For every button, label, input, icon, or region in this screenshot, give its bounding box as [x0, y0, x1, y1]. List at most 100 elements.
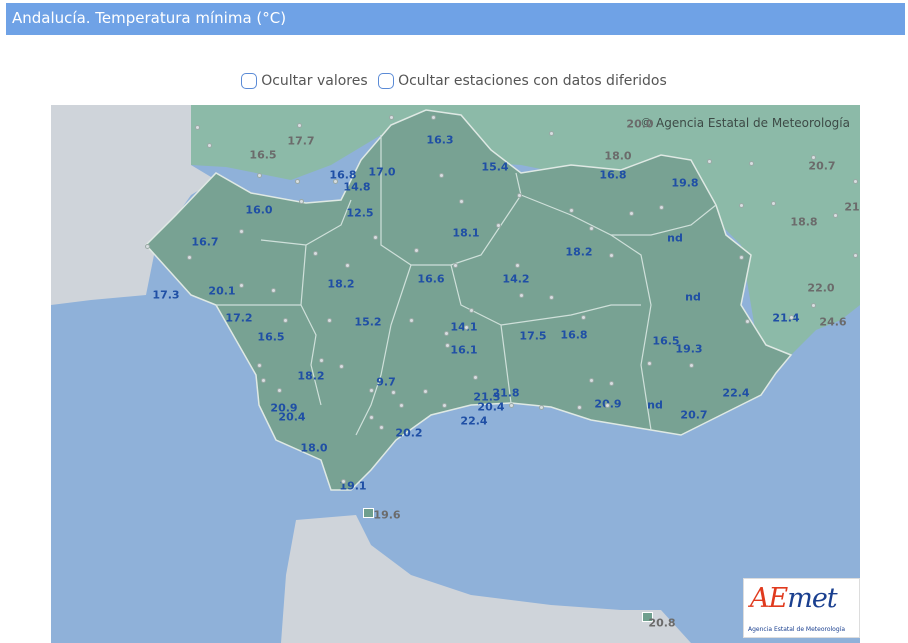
neighbor-station-value[interactable]: 18.0	[604, 150, 631, 163]
station-value[interactable]: 16.8	[599, 169, 626, 182]
station-dot[interactable]	[444, 331, 449, 336]
station-dot[interactable]	[853, 253, 858, 258]
station-dot[interactable]	[271, 288, 276, 293]
station-value[interactable]: 15.4	[481, 161, 508, 174]
station-dot[interactable]	[589, 226, 594, 231]
station-dot[interactable]	[313, 251, 318, 256]
temperature-map[interactable]: © Agencia Estatal de Meteorología 16.3 15…	[51, 105, 860, 643]
neighbor-station-value[interactable]: 16.5	[249, 149, 276, 162]
station-dot[interactable]	[609, 253, 614, 258]
station-value[interactable]: 18.2	[565, 246, 592, 259]
station-dot[interactable]	[539, 405, 544, 410]
station-dot[interactable]	[445, 343, 450, 348]
station-value[interactable]: 20.4	[278, 411, 305, 424]
station-value[interactable]: 16.6	[417, 273, 444, 286]
station-dot[interactable]	[277, 388, 282, 393]
station-value[interactable]: nd	[685, 291, 701, 304]
neighbor-station-value[interactable]: 17.7	[287, 135, 314, 148]
station-dot[interactable]	[549, 131, 554, 136]
station-dot[interactable]	[283, 318, 288, 323]
station-value[interactable]: 20.4	[477, 401, 504, 414]
station-value[interactable]: 20.2	[395, 427, 422, 440]
station-dot[interactable]	[369, 415, 374, 420]
station-dot[interactable]	[195, 125, 200, 130]
station-value[interactable]: 15.2	[354, 316, 381, 329]
station-value[interactable]: 16.1	[450, 344, 477, 357]
station-dot[interactable]	[609, 381, 614, 386]
station-value[interactable]: 14.2	[502, 273, 529, 286]
station-dot[interactable]	[647, 361, 652, 366]
station-dot[interactable]	[689, 363, 694, 368]
station-dot[interactable]	[399, 403, 404, 408]
station-dot[interactable]	[469, 308, 474, 313]
station-dot[interactable]	[369, 388, 374, 393]
neighbor-station-value[interactable]: 22.0	[807, 282, 834, 295]
station-value[interactable]: 18.1	[452, 227, 479, 240]
neighbor-station-value[interactable]: 21	[844, 201, 859, 214]
station-value[interactable]: 18.0	[300, 442, 327, 455]
station-value[interactable]: 20.1	[208, 285, 235, 298]
station-dot[interactable]	[453, 263, 458, 268]
hide-values-option[interactable]: Ocultar valores	[241, 73, 368, 89]
station-dot[interactable]	[391, 390, 396, 395]
station-dot[interactable]	[439, 173, 444, 178]
station-dot[interactable]	[509, 403, 514, 408]
station-dot[interactable]	[414, 248, 419, 253]
station-dot[interactable]	[187, 255, 192, 260]
neighbor-station-value[interactable]: 20.7	[808, 160, 835, 173]
station-dot[interactable]	[707, 159, 712, 164]
station-value[interactable]: 18.2	[297, 370, 324, 383]
station-dot[interactable]	[589, 378, 594, 383]
station-dot[interactable]	[549, 295, 554, 300]
station-value[interactable]: 17.3	[152, 289, 179, 302]
station-dot[interactable]	[295, 179, 300, 184]
station-value[interactable]: 17.0	[368, 166, 395, 179]
station-dot[interactable]	[739, 255, 744, 260]
station-value[interactable]: 16.8	[560, 329, 587, 342]
ceuta-marker[interactable]	[363, 508, 374, 518]
station-value[interactable]: 18.2	[327, 278, 354, 291]
station-dot[interactable]	[319, 358, 324, 363]
station-dot[interactable]	[789, 315, 794, 320]
station-value[interactable]: 16.5	[257, 331, 284, 344]
station-dot[interactable]	[811, 303, 816, 308]
station-dot[interactable]	[239, 283, 244, 288]
station-value[interactable]: 21.8	[492, 387, 519, 400]
neighbor-station-value[interactable]: 20.0	[626, 118, 653, 131]
station-value[interactable]: 20.7	[680, 409, 707, 422]
station-dot[interactable]	[442, 403, 447, 408]
station-value[interactable]: 17.2	[225, 312, 252, 325]
station-value[interactable]: 17.5	[519, 330, 546, 343]
station-dot[interactable]	[389, 115, 394, 120]
station-dot[interactable]	[431, 115, 436, 120]
hide-values-checkbox[interactable]	[241, 73, 258, 89]
station-value[interactable]: 16.7	[191, 236, 218, 249]
station-dot[interactable]	[345, 263, 350, 268]
station-dot[interactable]	[339, 364, 344, 369]
station-dot[interactable]	[423, 389, 428, 394]
station-dot[interactable]	[145, 244, 150, 249]
station-dot[interactable]	[811, 155, 816, 160]
station-dot[interactable]	[515, 263, 520, 268]
station-dot[interactable]	[739, 203, 744, 208]
neighbor-station-value[interactable]: 24.6	[819, 316, 846, 329]
hide-deferred-checkbox[interactable]	[378, 73, 395, 89]
station-dot[interactable]	[297, 123, 302, 128]
station-dot[interactable]	[473, 375, 478, 380]
station-dot[interactable]	[581, 315, 586, 320]
station-dot[interactable]	[464, 325, 469, 330]
station-value[interactable]: nd	[647, 399, 663, 412]
station-value[interactable]: 9.7	[376, 376, 396, 389]
station-value[interactable]: 19.3	[675, 343, 702, 356]
station-dot[interactable]	[519, 293, 524, 298]
station-value[interactable]: 14.8	[343, 181, 370, 194]
station-dot[interactable]	[771, 201, 776, 206]
station-value[interactable]: nd	[667, 232, 683, 245]
station-value[interactable]: 12.5	[346, 207, 373, 220]
station-value[interactable]: 16.3	[426, 134, 453, 147]
station-dot[interactable]	[299, 199, 304, 204]
station-dot[interactable]	[379, 425, 384, 430]
station-dot[interactable]	[605, 403, 610, 408]
station-dot[interactable]	[577, 405, 582, 410]
station-dot[interactable]	[833, 213, 838, 218]
